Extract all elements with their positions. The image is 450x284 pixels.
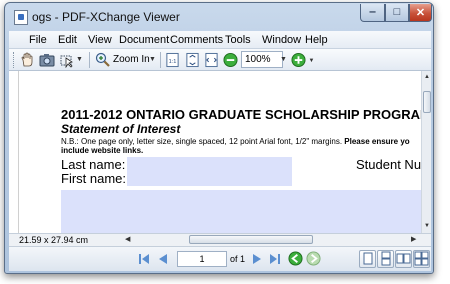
last-name-field[interactable] xyxy=(127,157,292,172)
app-icon xyxy=(14,10,28,25)
toolbar: ▼ Zoom In ▼ 1:1 100% ▼ ▼ xyxy=(9,49,431,71)
menu-edit[interactable]: Edit xyxy=(58,34,77,46)
first-page-icon[interactable] xyxy=(137,252,151,266)
next-page-icon[interactable] xyxy=(251,252,265,266)
go-forward-icon[interactable] xyxy=(306,251,321,266)
select-tool-dropdown[interactable]: ▼ xyxy=(75,51,84,68)
single-page-icon xyxy=(363,252,373,265)
svg-text:1:1: 1:1 xyxy=(169,59,177,65)
note-plain-text: N.B.: One page only, letter size, single… xyxy=(61,137,345,146)
toolbar-separator xyxy=(89,52,90,68)
last-page-icon[interactable] xyxy=(268,252,282,266)
zoom-in-label[interactable]: Zoom In xyxy=(113,54,150,70)
facing-view-button[interactable] xyxy=(395,250,412,268)
toolbar-overflow-icon[interactable]: ▼ xyxy=(307,53,316,70)
scroll-up-icon[interactable]: ▲ xyxy=(422,72,432,82)
close-button[interactable]: ✕ xyxy=(409,4,432,22)
zoom-in-plus-icon[interactable] xyxy=(291,52,306,68)
first-name-field[interactable] xyxy=(127,171,292,186)
menu-bar: File Edit View Document Comments Tools W… xyxy=(9,31,431,49)
fit-page-icon[interactable] xyxy=(185,52,200,68)
select-tool-icon[interactable] xyxy=(59,52,75,68)
navigation-bar: 1 of 1 xyxy=(9,246,431,271)
horizontal-scroll-thumb[interactable] xyxy=(189,235,313,244)
toolbar-separator xyxy=(160,52,161,68)
page-shadow-edge xyxy=(9,71,19,233)
zoom-level-field[interactable]: 100% xyxy=(241,51,283,68)
menu-comments[interactable]: Comments xyxy=(170,34,223,46)
statement-text-field[interactable] xyxy=(61,190,421,233)
zoom-in-icon[interactable] xyxy=(95,52,111,68)
scroll-right-icon[interactable]: ▶ xyxy=(411,235,416,243)
hand-tool-icon[interactable] xyxy=(19,52,35,68)
zoom-level-dropdown[interactable]: ▼ xyxy=(279,51,288,68)
snapshot-icon[interactable] xyxy=(39,52,55,68)
app-window: ogs - PDF-XChange Viewer ‒ □ ✕ File Edit… xyxy=(4,2,434,274)
close-icon: ✕ xyxy=(415,7,426,19)
single-page-view-button[interactable] xyxy=(359,250,376,268)
zoom-out-icon[interactable] xyxy=(223,52,238,68)
scroll-down-icon[interactable]: ▼ xyxy=(422,221,432,231)
status-bar: 21.59 x 27.94 cm ◀ ▶ xyxy=(9,233,431,246)
menu-document[interactable]: Document xyxy=(119,34,169,46)
continuous-facing-icon xyxy=(414,251,429,266)
minimize-icon: ‒ xyxy=(369,6,376,18)
menu-view[interactable]: View xyxy=(88,34,112,46)
menu-file[interactable]: File xyxy=(29,34,47,46)
document-note-line2: include website links. xyxy=(61,146,144,155)
vertical-scrollbar[interactable]: ▲ ▼ xyxy=(421,71,431,233)
page-count-label: of 1 xyxy=(230,254,246,264)
minimize-button[interactable]: ‒ xyxy=(360,4,385,22)
facing-pages-icon xyxy=(396,253,411,264)
scroll-left-icon[interactable]: ◀ xyxy=(125,235,130,243)
page-number-input[interactable]: 1 xyxy=(177,251,227,267)
vertical-scroll-thumb[interactable] xyxy=(423,91,431,113)
toolbar-grip[interactable] xyxy=(13,52,16,68)
continuous-facing-view-button[interactable] xyxy=(413,250,430,268)
first-name-label: First name: xyxy=(61,171,127,186)
menu-help[interactable]: Help xyxy=(305,34,328,46)
maximize-icon: □ xyxy=(393,6,401,18)
continuous-view-button[interactable] xyxy=(377,250,394,268)
title-bar[interactable]: ogs - PDF-XChange Viewer ‒ □ ✕ xyxy=(5,3,433,31)
fit-width-icon[interactable] xyxy=(204,52,219,68)
document-note: N.B.: One page only, letter size, single… xyxy=(61,137,410,146)
page-size-readout: 21.59 x 27.94 cm xyxy=(19,235,89,245)
previous-page-icon[interactable] xyxy=(155,252,169,266)
document-title: 2011-2012 ONTARIO GRADUATE SCHOLARSHIP P… xyxy=(61,107,421,122)
horizontal-scrollbar[interactable]: ◀ ▶ xyxy=(123,235,421,245)
continuous-page-icon xyxy=(381,251,391,266)
menu-tools[interactable]: Tools xyxy=(225,34,251,46)
menu-window[interactable]: Window xyxy=(262,34,301,46)
student-number-label: Student Nur xyxy=(356,157,421,172)
last-name-label: Last name: xyxy=(61,157,126,172)
zoom-tool-dropdown[interactable]: ▼ xyxy=(148,51,157,68)
document-subtitle: Statement of Interest xyxy=(61,122,181,136)
maximize-button[interactable]: □ xyxy=(385,4,409,22)
actual-size-icon[interactable]: 1:1 xyxy=(165,52,180,68)
window-title: ogs - PDF-XChange Viewer xyxy=(32,10,180,24)
go-back-icon[interactable] xyxy=(288,251,303,266)
note-bold-text: Please ensure yo xyxy=(344,137,410,146)
document-view[interactable]: 2011-2012 ONTARIO GRADUATE SCHOLARSHIP P… xyxy=(9,71,421,233)
